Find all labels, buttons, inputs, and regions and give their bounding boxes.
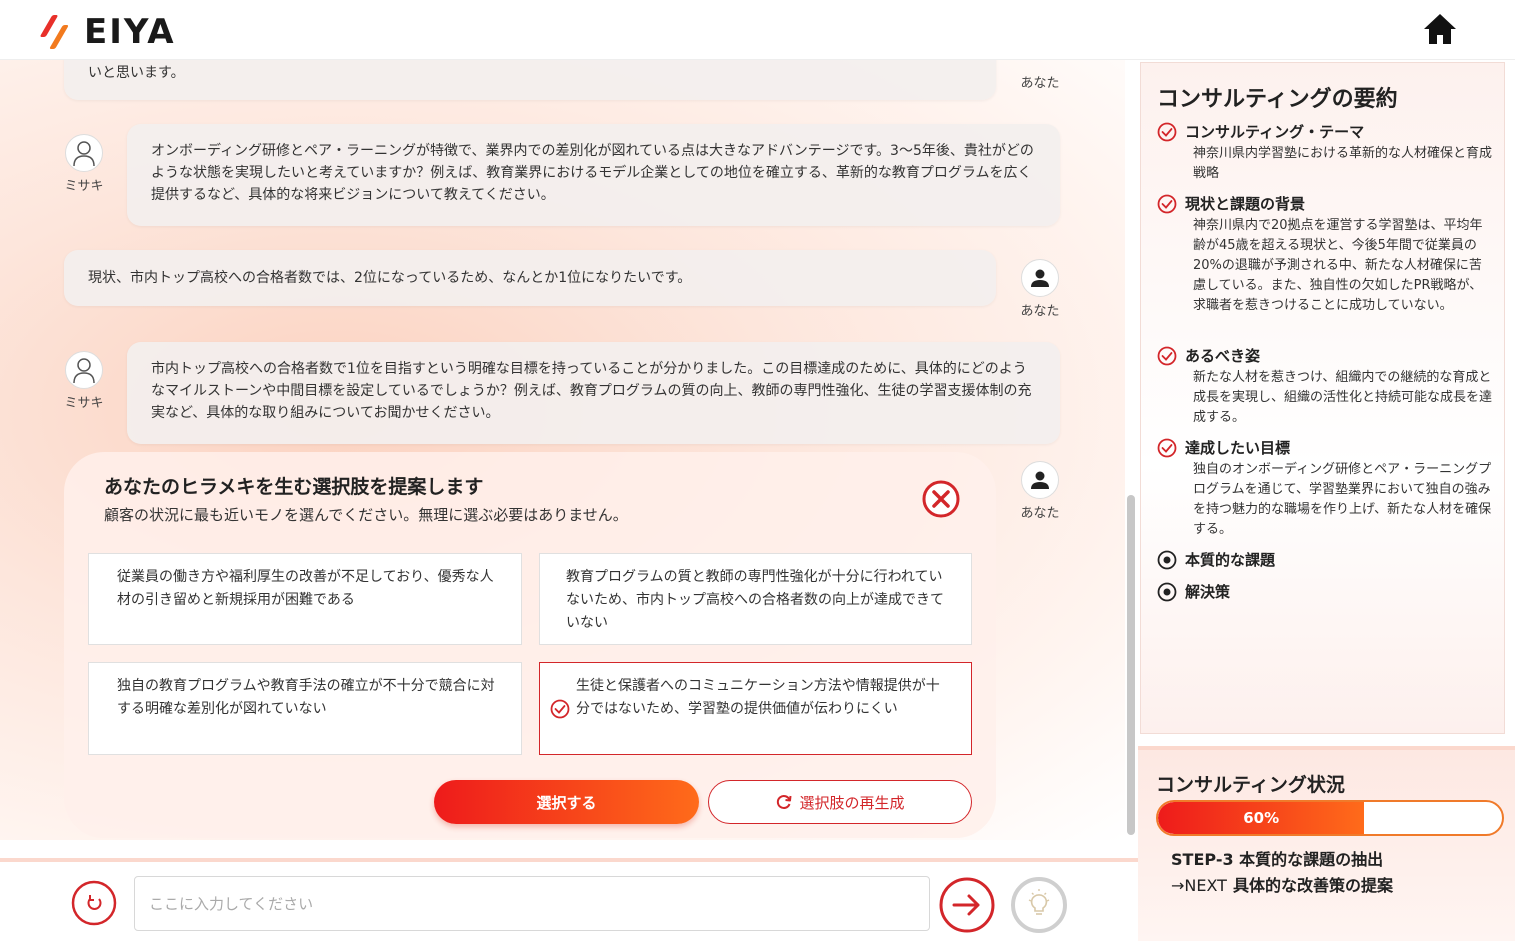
- next-step: →NEXT 具体的な改善策の提案: [1171, 872, 1393, 896]
- logo-mark-icon: [39, 15, 70, 49]
- input-bar: [0, 858, 1138, 941]
- user-name: あなた: [1020, 506, 1060, 521]
- next-prefix: →NEXT: [1171, 876, 1227, 895]
- suggestion-subtitle: 顧客の状況に最も近いモノを選んでください。無理に選ぶ必要はありません。: [104, 506, 628, 524]
- summary-item-body: 神奈川県内学習塾における革新的な人材確保と育成戦略: [1193, 146, 1493, 181]
- summary-panel: コンサルティングの要約 コンサルティング・テーマ 神奈川県内学習塾における革新的…: [1140, 62, 1505, 734]
- progress-bar: 60%: [1156, 800, 1504, 836]
- current-step: STEP-3 本質的な課題の抽出: [1171, 850, 1384, 869]
- summary-item: コンサルティング・テーマ 神奈川県内学習塾における革新的な人材確保と育成戦略: [1157, 121, 1493, 184]
- summary-item-label: コンサルティング・テーマ: [1185, 123, 1365, 141]
- summary-title: コンサルティングの要約: [1157, 87, 1398, 112]
- summary-item: 達成したい目標 独自のオンボーディング研修とペア・ラーニングプログラムを通じて、…: [1157, 437, 1493, 540]
- user-message: いと思います。: [64, 60, 996, 100]
- progress-fill: 60%: [1158, 802, 1365, 834]
- person-icon: [73, 141, 95, 167]
- app-header: EIYA: [0, 0, 1515, 60]
- select-button[interactable]: 選択する: [434, 780, 699, 824]
- progress-label: 60%: [1243, 809, 1280, 827]
- summary-item-label: 現状と課題の背景: [1185, 195, 1306, 213]
- regenerate-label: 選択肢の再生成: [799, 793, 905, 812]
- user-message: 現状、市内トップ高校への合格者数では、2位になっているため、なんとか1位になりた…: [64, 250, 996, 306]
- radio-dot-icon: [1157, 550, 1177, 569]
- option-text: 教育プログラムの質と教師の専門性強化が十分に行われていないため、市内トップ高校へ…: [566, 569, 944, 631]
- status-title: コンサルティング状況: [1156, 774, 1345, 796]
- summary-item: 現状と課題の背景 神奈川県内で20拠点を運営する学習塾は、平均年齢が45歳を超え…: [1157, 193, 1493, 316]
- message-text: いと思います。: [88, 65, 185, 81]
- user-avatar: [1021, 259, 1059, 297]
- assistant-name: ミサキ: [64, 396, 104, 411]
- radio-dot-icon: [1157, 582, 1177, 601]
- logo-text: EIYA: [84, 12, 176, 52]
- regenerate-button[interactable]: 選択肢の再生成: [708, 780, 972, 824]
- suggestion-title: あなたのヒラメキを生む選択肢を提案します: [104, 476, 484, 498]
- message-text: 市内トップ高校への合格者数で1位を目指すという明確な目標を持っていることが分かり…: [151, 361, 1032, 421]
- assistant-avatar: [65, 351, 103, 389]
- option-card[interactable]: 従業員の働き方や福利厚生の改善が不足しており、優秀な人材の引き留めと新規採用が困…: [88, 553, 522, 645]
- option-text: 生徒と保護者へのコミュニケーション方法や情報提供が十分ではないため、学習塾の提供…: [576, 678, 940, 717]
- summary-item: 本質的な課題: [1157, 549, 1275, 570]
- user-name: あなた: [1020, 76, 1060, 91]
- summary-item-label: あるべき姿: [1185, 347, 1261, 365]
- user-name: あなた: [1020, 304, 1060, 319]
- message-text: 現状、市内トップ高校への合格者数では、2位になっているため、なんとか1位になりた…: [88, 270, 692, 286]
- user-avatar: [1021, 461, 1059, 499]
- check-circle-icon: [1157, 194, 1177, 213]
- user-icon: [1031, 269, 1049, 287]
- summary-item-label: 達成したい目標: [1185, 439, 1291, 457]
- reset-icon[interactable]: [71, 880, 117, 926]
- logo[interactable]: EIYA: [39, 12, 176, 52]
- status-panel: コンサルティング状況 60% STEP-3 本質的な課題の抽出 →NEXT 具体的…: [1138, 746, 1515, 941]
- summary-item-label: 本質的な課題: [1185, 551, 1276, 569]
- assistant-avatar: [65, 134, 103, 172]
- chat-area[interactable]: いと思います。 あなた ミサキ オンボーディング研修とペア・ラーニングが特徴で、…: [0, 60, 1125, 840]
- option-card[interactable]: 独自の教育プログラムや教育手法の確立が不十分で競合に対する明確な差別化が図れてい…: [88, 662, 522, 755]
- option-card-selected[interactable]: 生徒と保護者へのコミュニケーション方法や情報提供が十分ではないため、学習塾の提供…: [539, 662, 972, 755]
- right-panel: コンサルティングの要約 コンサルティング・テーマ 神奈川県内学習塾における革新的…: [1138, 60, 1515, 941]
- message-input[interactable]: [134, 876, 930, 931]
- person-icon: [73, 358, 95, 384]
- summary-item-body: 新たな人材を惹きつけ、組織内での継続的な育成と成長を実現し、組織の活性化と持続可…: [1193, 370, 1493, 425]
- lightbulb-icon[interactable]: [1010, 876, 1068, 934]
- close-icon[interactable]: [922, 480, 960, 518]
- user-icon: [1031, 471, 1049, 489]
- summary-item-body: 独自のオンボーディング研修とペア・ラーニングプログラムを通じて、学習塾業界におい…: [1193, 462, 1492, 537]
- check-circle-icon: [1157, 438, 1177, 457]
- message-text: オンボーディング研修とペア・ラーニングが特徴で、業界内での差別化が図れている点は…: [151, 143, 1034, 203]
- summary-item: あるべき姿 新たな人材を惹きつけ、組織内での継続的な育成と成長を実現し、組織の活…: [1157, 345, 1493, 428]
- check-circle-icon: [1157, 122, 1177, 141]
- next-label: 具体的な改善策の提案: [1232, 876, 1393, 895]
- home-icon[interactable]: [1420, 10, 1460, 50]
- summary-item: 解決策: [1157, 581, 1230, 602]
- chat-scrollbar[interactable]: [1127, 495, 1135, 835]
- assistant-message: 市内トップ高校への合格者数で1位を目指すという明確な目標を持っていることが分かり…: [127, 342, 1060, 444]
- assistant-message: オンボーディング研修とペア・ラーニングが特徴で、業界内での差別化が図れている点は…: [127, 124, 1060, 226]
- option-text: 独自の教育プログラムや教育手法の確立が不十分で競合に対する明確な差別化が図れてい…: [117, 678, 495, 717]
- check-circle-icon: [1157, 346, 1177, 365]
- summary-item-label: 解決策: [1185, 583, 1231, 601]
- check-circle-icon: [550, 699, 570, 719]
- summary-item-body: 神奈川県内で20拠点を運営する学習塾は、平均年齢が45歳を超える現状と、今後5年…: [1193, 218, 1483, 313]
- assistant-name: ミサキ: [64, 179, 104, 194]
- option-card[interactable]: 教育プログラムの質と教師の専門性強化が十分に行われていないため、市内トップ高校へ…: [539, 553, 972, 645]
- option-text: 従業員の働き方や福利厚生の改善が不足しており、優秀な人材の引き留めと新規採用が困…: [117, 569, 494, 608]
- suggestion-panel: あなたのヒラメキを生む選択肢を提案します 顧客の状況に最も近いモノを選んでくださ…: [64, 452, 996, 838]
- send-icon[interactable]: [938, 876, 996, 934]
- refresh-icon: [777, 795, 792, 809]
